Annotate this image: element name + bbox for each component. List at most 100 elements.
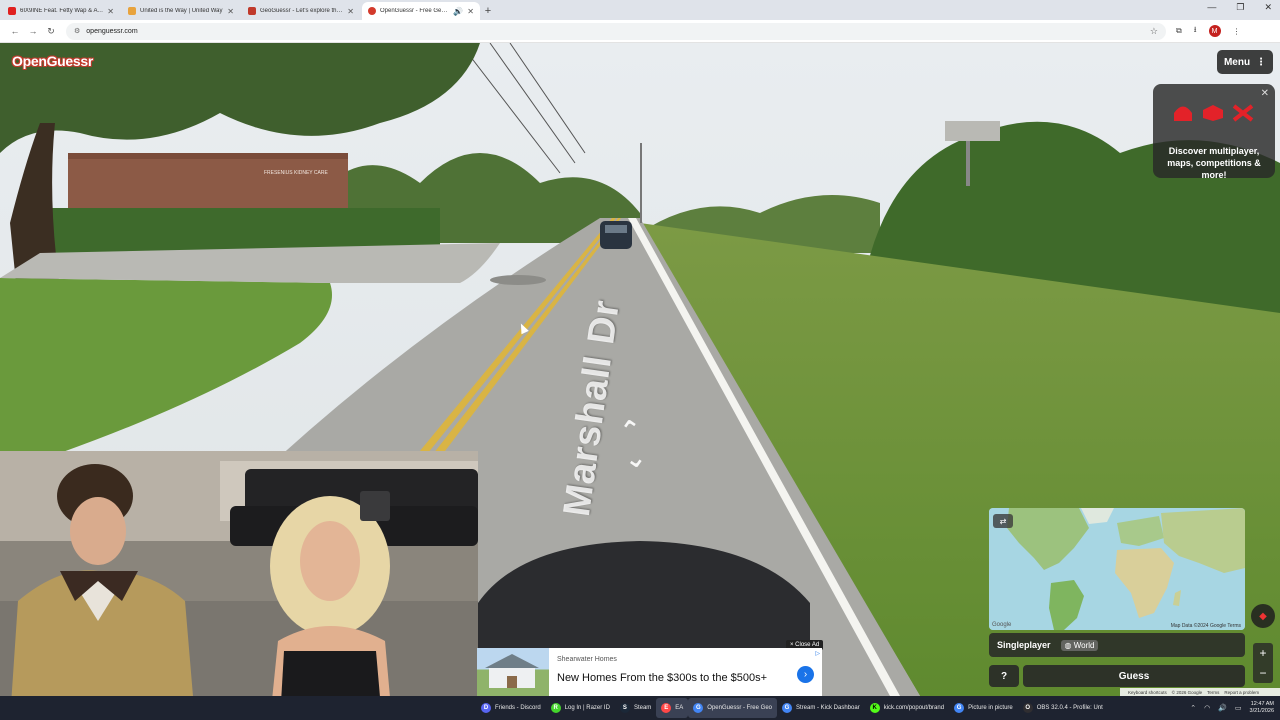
help-button[interactable]: ? — [989, 665, 1019, 687]
report-problem-link[interactable]: Report a problem — [1224, 690, 1259, 695]
kick-icon: K — [869, 703, 880, 713]
clock[interactable]: 12:47 AM 3/21/2026 — [1250, 701, 1274, 715]
close-window-icon[interactable]: ✕ — [1264, 2, 1272, 13]
profile-avatar[interactable]: M — [1208, 25, 1221, 37]
taskbar-item-kick-dashboard[interactable]: G Stream - Kick Dashboar — [777, 698, 865, 718]
bookmark-star-icon[interactable]: ☆ — [1150, 26, 1158, 37]
volume-icon[interactable]: 🔊 — [1218, 704, 1227, 712]
guess-minimap[interactable]: ⇄ Google Map Data ©2024 Google Terms — [989, 508, 1245, 630]
url-text: openguessr.com — [86, 27, 138, 35]
taskbar-item-kick-popout[interactable]: Kkick.com/popout/brand — [865, 698, 949, 718]
menu-label: Menu — [1223, 56, 1251, 68]
ad-brand: Shearwater Homes — [557, 656, 617, 663]
zoom-out-icon[interactable]: − — [1259, 666, 1266, 680]
taskbar-item-pip[interactable]: G Picture in picture — [949, 698, 1018, 718]
maps-icon — [1203, 105, 1223, 121]
tray-overflow-icon[interactable]: ⌃ — [1190, 704, 1196, 712]
taskbar-item-discord[interactable]: D Friends - Discord — [476, 698, 546, 718]
expand-map-icon[interactable]: ⇄ — [993, 514, 1013, 528]
minimize-icon[interactable]: — — [1207, 2, 1216, 13]
browser-tab-2[interactable]: United is the Way | United Way ✕ — [122, 2, 240, 20]
browser-tab-3[interactable]: GeoGuessr - Let's explore the w ✕ — [242, 2, 360, 20]
webcam-feed-image — [0, 451, 478, 720]
taskbar-item-obs[interactable]: O OBS 32.0.4 - Profile: Unt — [1018, 698, 1108, 718]
copyright-text: © 2026 Google — [1171, 689, 1203, 695]
address-bar-row: ← → ↻ ⚙ openguessr.com ☆ ⧉ ⭳ M ⋮ — [0, 20, 1280, 43]
taskbar-apps: D Friends - Discord R Log In | Razer ID SS… — [476, 696, 1108, 720]
building-sign: FRESENIUS KIDNEY CARE — [264, 170, 328, 176]
maximize-icon[interactable]: ❐ — [1236, 2, 1244, 13]
ad-headline[interactable]: New Homes From the $300s to the $500s+ — [557, 672, 767, 684]
reload-icon[interactable]: ↻ — [42, 26, 60, 37]
close-tab-icon[interactable]: ✕ — [467, 7, 474, 16]
site-info-icon[interactable]: ⚙ — [74, 27, 80, 35]
discord-icon: D — [481, 703, 491, 713]
back-icon[interactable]: ← — [6, 26, 24, 36]
close-tab-icon[interactable]: ✕ — [227, 7, 234, 16]
browser-menu-icon[interactable]: ⋮ — [1233, 27, 1241, 36]
guess-controls: ? Guess — [989, 665, 1245, 689]
clock-time: 12:47 AM — [1250, 701, 1274, 707]
zoom-in-icon[interactable]: + — [1259, 646, 1266, 660]
multiplayer-icon — [1174, 106, 1192, 121]
razer-icon: R — [550, 703, 561, 713]
new-tab-button[interactable]: + — [480, 2, 496, 20]
browser-tab-strip: 6IX9INE Feat. Fetty Wap & A Bo ✕ United i… — [0, 0, 1280, 20]
adchoices-icon[interactable]: ▷ — [815, 650, 820, 657]
windows-taskbar: D Friends - Discord R Log In | Razer ID SS… — [0, 696, 1280, 720]
promo-icons — [1171, 104, 1255, 122]
chrome-icon: G — [693, 703, 704, 713]
swords-icon — [1232, 104, 1254, 122]
close-icon[interactable]: ✕ — [1261, 88, 1269, 99]
browser-tab-1[interactable]: 6IX9INE Feat. Fetty Wap & A Bo ✕ — [2, 2, 120, 20]
url-bar[interactable]: ⚙ openguessr.com ☆ — [66, 22, 1166, 40]
world-map-image[interactable] — [989, 508, 1245, 630]
battery-icon[interactable]: ▭ — [1235, 704, 1242, 712]
chrome-icon: G — [782, 703, 792, 713]
forward-icon[interactable]: → — [24, 26, 42, 36]
map-selector[interactable]: ◍ World — [1060, 639, 1099, 651]
speaker-icon[interactable]: 🔊 — [453, 7, 463, 16]
extensions-icon[interactable]: ⧉ — [1176, 26, 1182, 36]
promo-text: Discover multiplayer, maps, competitions… — [1167, 146, 1261, 180]
mode-label: Singleplayer — [997, 640, 1051, 650]
downloads-icon[interactable]: ⭳ — [1194, 24, 1197, 38]
youtube-icon — [8, 7, 16, 15]
geoguessr-icon — [248, 7, 256, 15]
chrome-icon: G — [954, 703, 965, 713]
openguessr-logo[interactable]: OpenGuessr — [12, 53, 93, 69]
menu-button[interactable]: Menu ⋮ — [1217, 50, 1273, 74]
promo-card[interactable]: ✕ Discover multiplayer, maps, competitio… — [1153, 84, 1275, 180]
taskbar-item-ea[interactable]: E EA — [656, 698, 689, 718]
taskbar-item-openguessr[interactable]: G OpenGuessr - Free Geo — [688, 698, 777, 718]
steam-icon: S — [619, 703, 630, 713]
toolbar-icons: ⧉ ⭳ M ⋮ — [1176, 24, 1241, 38]
obs-icon: O — [1022, 703, 1033, 713]
globe-icon: ◍ — [1064, 640, 1074, 650]
ad-image — [477, 648, 549, 696]
system-tray: ⌃ ◠ 🔊 ▭ 12:47 AM 3/21/2026 — [1190, 696, 1274, 720]
clock-date: 3/21/2026 — [1249, 708, 1274, 714]
map-name: World — [1073, 640, 1095, 650]
zoom-controls: + − — [1253, 643, 1273, 683]
taskbar-item-steam[interactable]: S Steam — [615, 698, 656, 718]
browser-tab-4[interactable]: OpenGuessr - Free GeoGue 🔊 ✕ — [362, 2, 480, 20]
house-image — [485, 654, 539, 688]
close-tab-icon[interactable]: ✕ — [347, 7, 354, 16]
compass-icon[interactable]: ◆ — [1251, 604, 1275, 628]
taskbar-item-razer[interactable]: R Log In | Razer ID — [546, 698, 615, 718]
chevron-right-icon[interactable]: › — [797, 666, 814, 683]
guess-button[interactable]: Guess — [1023, 665, 1245, 687]
network-icon[interactable]: ◠ — [1204, 704, 1210, 712]
close-tab-icon[interactable]: ✕ — [107, 7, 114, 16]
google-logo: Google — [992, 622, 1012, 628]
openguessr-icon — [368, 7, 376, 15]
terms-link[interactable]: Terms — [1207, 690, 1219, 695]
mode-bar: Singleplayer ◍ World — [989, 633, 1245, 657]
ea-icon: E — [661, 703, 672, 713]
map-attribution[interactable]: Map Data ©2024 Google Terms — [1171, 623, 1241, 629]
keyboard-shortcuts-link[interactable]: Keyboard shortcuts — [1128, 690, 1167, 695]
kebab-icon: ⋮ — [1256, 56, 1267, 68]
ad-banner[interactable]: Shearwater Homes New Homes From the $300… — [477, 648, 822, 696]
window-controls: — ❐ ✕ — [1207, 2, 1272, 13]
